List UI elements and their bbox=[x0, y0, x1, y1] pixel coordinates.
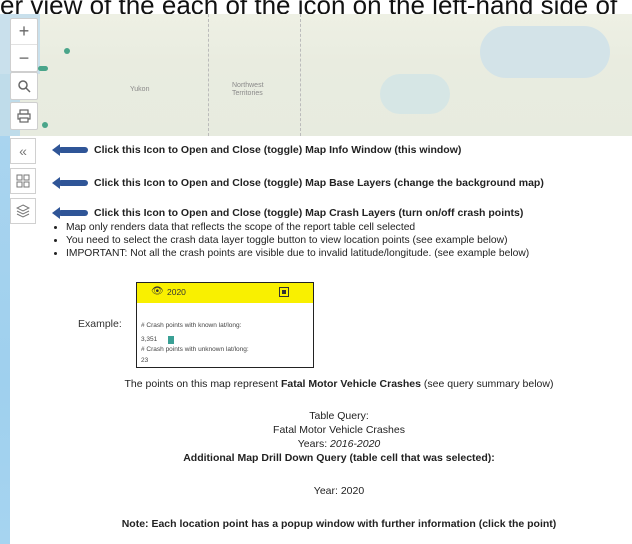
years-line: Years: 2016-2020 bbox=[46, 438, 632, 450]
years-prefix: Years: bbox=[297, 438, 331, 450]
zoom-out-button[interactable]: − bbox=[11, 45, 37, 71]
example-label: Example: bbox=[78, 318, 122, 330]
list-item: IMPORTANT: Not all the crash points are … bbox=[66, 247, 632, 260]
instruction-text: Click this Icon to Open and Close (toggl… bbox=[94, 177, 544, 189]
known-count-value: 3,351 bbox=[141, 336, 158, 343]
territory-border bbox=[300, 14, 302, 136]
arrow-left-icon bbox=[52, 144, 88, 156]
points-bold: Fatal Motor Vehicle Crashes bbox=[280, 378, 421, 390]
table-query-title: Table Query: bbox=[309, 410, 369, 422]
basemap-gallery-icon bbox=[16, 174, 30, 188]
points-description: The points on this map represent Fatal M… bbox=[46, 378, 632, 390]
crash-layers-toggle-button[interactable] bbox=[10, 198, 36, 224]
print-toolbar bbox=[10, 102, 38, 130]
years-value: 2016-2020 bbox=[330, 438, 381, 450]
example-layer-header: 👁 2020 bbox=[137, 283, 313, 303]
eye-icon: 👁 bbox=[151, 286, 164, 297]
zoom-toolbar: + − bbox=[10, 18, 38, 72]
crash-point[interactable] bbox=[38, 66, 48, 71]
search-toolbar bbox=[10, 72, 38, 100]
checkbox-icon bbox=[279, 287, 289, 297]
info-instruction-2: Click this Icon to Open and Close (toggl… bbox=[52, 177, 544, 189]
double-chevron-left-icon: « bbox=[19, 143, 27, 159]
info-window-toggle-button[interactable]: « bbox=[10, 138, 36, 164]
print-icon bbox=[17, 109, 31, 123]
instruction-text: Click this Icon to Open and Close (toggl… bbox=[94, 144, 462, 156]
map-label-yukon: Yukon bbox=[130, 86, 150, 93]
unknown-count-label: # Crash points with unknown lat/long: bbox=[141, 346, 249, 353]
search-icon bbox=[18, 80, 31, 93]
map-info-window bbox=[46, 136, 632, 544]
points-suffix: (see query summary below) bbox=[421, 378, 554, 390]
crash-point[interactable] bbox=[42, 122, 48, 128]
popup-note: Note: Each location point has a popup wi… bbox=[121, 518, 557, 530]
drill-down-year: Year: 2020 bbox=[313, 485, 365, 497]
crash-point[interactable] bbox=[64, 48, 70, 54]
layers-icon bbox=[16, 204, 30, 218]
info-instruction-1: Click this Icon to Open and Close (toggl… bbox=[52, 144, 462, 156]
info-instruction-3: Click this Icon to Open and Close (toggl… bbox=[52, 207, 524, 219]
territory-border bbox=[208, 14, 210, 136]
list-item: Map only renders data that reflects the … bbox=[66, 221, 632, 234]
known-count-label: # Crash points with known lat/long: bbox=[141, 322, 242, 329]
arrow-left-icon bbox=[52, 207, 88, 219]
water-area bbox=[380, 74, 450, 114]
info-bullet-list: Map only renders data that reflects the … bbox=[52, 221, 632, 260]
search-button[interactable] bbox=[11, 73, 37, 99]
water-area bbox=[480, 26, 610, 78]
map-view[interactable]: Yukon Northwest Territories bbox=[0, 14, 632, 136]
count-bar bbox=[168, 336, 174, 344]
list-item: You need to select the crash data layer … bbox=[66, 234, 632, 247]
instruction-text: Click this Icon to Open and Close (toggl… bbox=[94, 207, 524, 219]
map-label-nwt: Northwest Territories bbox=[232, 82, 264, 97]
zoom-in-button[interactable]: + bbox=[11, 19, 37, 45]
unknown-count-value: 23 bbox=[141, 357, 149, 364]
map-edge-strip bbox=[0, 136, 10, 544]
base-layers-toggle-button[interactable] bbox=[10, 168, 36, 194]
print-button[interactable] bbox=[11, 103, 37, 129]
arrow-left-icon bbox=[52, 177, 88, 189]
example-year: 2020 bbox=[167, 287, 186, 297]
example-layer-card: 👁 2020 # Crash points with known lat/lon… bbox=[136, 282, 314, 368]
drill-down-title: Additional Map Drill Down Query (table c… bbox=[183, 452, 495, 464]
table-query-name: Fatal Motor Vehicle Crashes bbox=[273, 424, 405, 436]
points-prefix: The points on this map represent bbox=[124, 378, 281, 390]
